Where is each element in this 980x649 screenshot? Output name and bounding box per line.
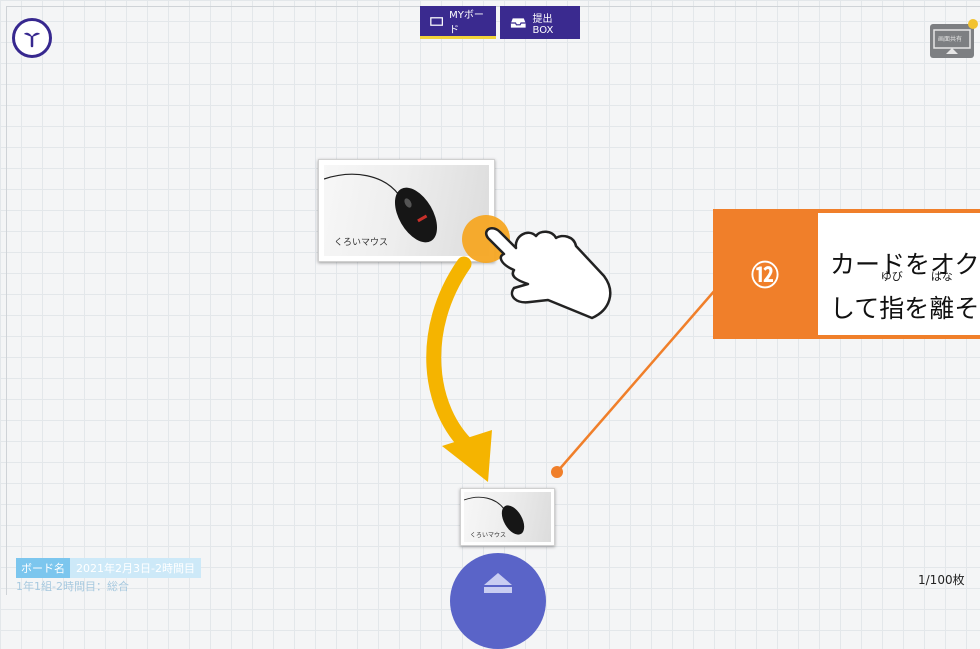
instruction-text-part: を (904, 294, 930, 323)
upload-arrow-icon (484, 573, 512, 593)
board-name-key: ボード名 (16, 558, 70, 578)
instruction-text-part: そ (954, 294, 980, 323)
ruby-hana: 離はな (929, 271, 955, 331)
class-info: 1年1組-2時間目：総合 (16, 580, 129, 593)
instruction-text-part: して (830, 294, 880, 323)
step-number: ⑫ (750, 259, 779, 292)
instruction-text: カードをオク して指 ゆびを離 はなそ (816, 213, 980, 335)
board-name: ボード名 2021年2月3日-2時間目 (16, 558, 201, 578)
ruby-yubi: 指ゆび (879, 271, 905, 331)
instruction-line-1: カードをオク (830, 250, 980, 279)
card-count: 1/100枚 (918, 573, 965, 587)
kanji-yubi: 指 (879, 294, 905, 323)
kanji-hana: 離 (929, 294, 955, 323)
furigana-yubi: ゆび (879, 270, 905, 283)
instruction-line-2: して指 ゆびを離 はなそ (830, 271, 980, 331)
callout-pointer-line (551, 288, 717, 478)
instruction-callout: ⑫ カードをオク して指 ゆびを離 はなそ (713, 209, 980, 339)
hand-pointer-icon (484, 227, 612, 320)
furigana-hana: はな (929, 270, 955, 283)
drag-arrow (426, 256, 492, 482)
send-card-button[interactable] (450, 553, 546, 649)
board-name-value: 2021年2月3日-2時間目 (70, 558, 201, 578)
